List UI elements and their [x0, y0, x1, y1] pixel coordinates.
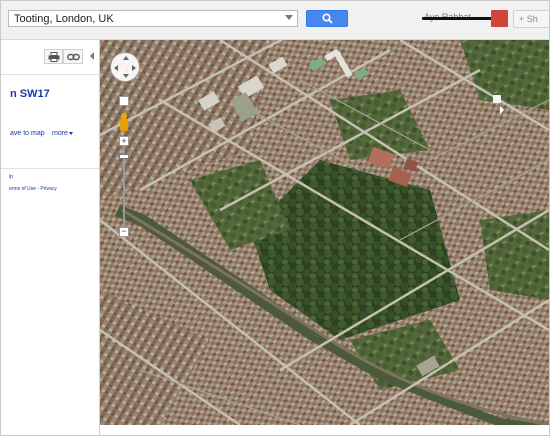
redaction-bar: [422, 17, 502, 20]
pan-left-icon[interactable]: [114, 65, 118, 71]
zoom-slider-handle[interactable]: [119, 154, 129, 159]
expand-arrow-icon[interactable]: [500, 106, 504, 114]
satellite-imagery: [100, 40, 549, 425]
pan-control[interactable]: [110, 52, 140, 82]
map-canvas[interactable]: + −: [100, 40, 549, 425]
pegman-body: [120, 118, 128, 131]
panel-divider-2: [1, 168, 99, 169]
search-input[interactable]: [9, 11, 286, 26]
link-icon: [67, 53, 80, 61]
search-dropdown-icon[interactable]: [285, 15, 293, 20]
help-link[interactable]: lp: [9, 174, 13, 180]
more-caret-icon: [68, 131, 73, 135]
save-to-map-link[interactable]: ave to map: [10, 130, 45, 137]
pan-down-icon[interactable]: [123, 74, 129, 78]
print-icon: [48, 52, 60, 62]
app-window: Ayo Rabbat + Sh n SW17 ave to map more l…: [0, 0, 550, 436]
panel-divider: [1, 74, 99, 75]
search-box[interactable]: [8, 10, 298, 27]
top-bar: Ayo Rabbat + Sh: [1, 1, 549, 40]
street-view-pegman[interactable]: [120, 113, 128, 131]
link-button[interactable]: [63, 49, 83, 64]
pan-right-icon[interactable]: [132, 65, 136, 71]
place-title: n SW17: [10, 88, 50, 100]
zoom-out-button[interactable]: −: [119, 227, 129, 237]
terms-privacy-link[interactable]: erms of Use - Privacy: [9, 186, 57, 192]
left-panel: n SW17 ave to map more lp erms of Use - …: [1, 40, 100, 435]
more-label: more: [52, 130, 68, 137]
more-link[interactable]: more: [52, 130, 73, 137]
zoom-in-button[interactable]: +: [119, 136, 129, 146]
avatar[interactable]: [491, 10, 508, 27]
print-button[interactable]: [44, 49, 63, 64]
zoom-reset-button[interactable]: [119, 96, 129, 106]
search-icon: [322, 13, 333, 24]
share-button[interactable]: + Sh: [513, 10, 549, 28]
collapse-panel-icon[interactable]: [90, 52, 94, 60]
search-button[interactable]: [306, 10, 348, 27]
pan-up-icon[interactable]: [123, 56, 129, 60]
